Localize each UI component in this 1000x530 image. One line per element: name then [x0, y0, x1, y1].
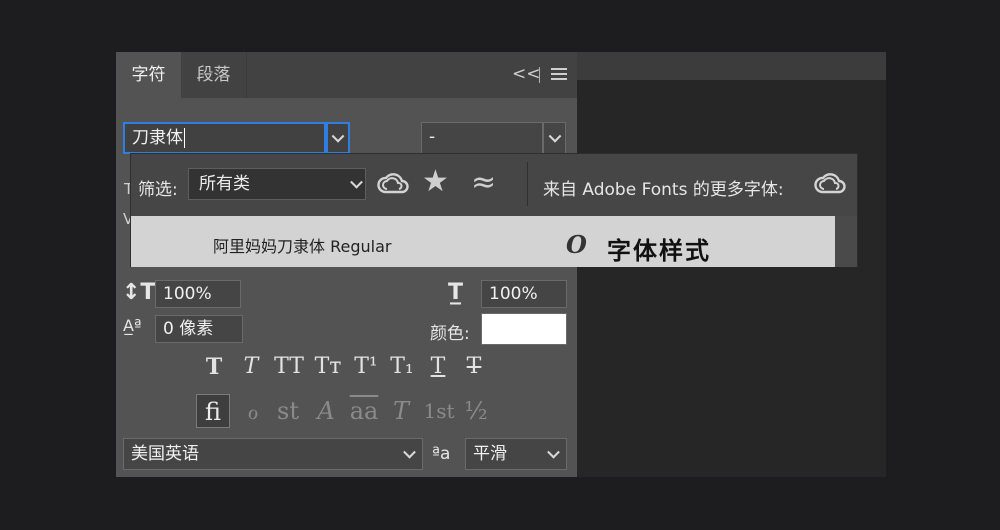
- chevron-down-icon: [403, 445, 416, 459]
- divider: [527, 162, 528, 206]
- discretionary-ligatures-button[interactable]: st: [271, 394, 305, 428]
- star-icon[interactable]: ★: [422, 164, 449, 199]
- ordinals-button[interactable]: 1st: [420, 394, 458, 428]
- chevron-down-icon: [548, 129, 561, 143]
- tab-character[interactable]: 字符: [116, 52, 181, 98]
- canvas-top-bar: [577, 52, 886, 80]
- color-swatch[interactable]: [481, 313, 567, 345]
- faux-italic-button[interactable]: T: [235, 352, 267, 382]
- menu-icon[interactable]: [551, 68, 567, 82]
- baseline-shift-input[interactable]: 0 像素: [155, 315, 243, 343]
- contextual-alternates-button[interactable]: ℴ: [236, 394, 270, 428]
- faux-bold-button[interactable]: T: [198, 352, 230, 382]
- baseline-shift-icon: A̲ª: [123, 316, 142, 335]
- creative-cloud-icon[interactable]: [376, 170, 410, 198]
- font-name: 阿里妈妈刀隶体 Regular: [213, 237, 392, 256]
- stylistic-alternates-button[interactable]: aa: [346, 394, 382, 428]
- opentype-icon: O: [566, 230, 587, 259]
- chevron-down-icon: [331, 129, 345, 143]
- font-sample: 字体样式: [607, 236, 711, 265]
- creative-cloud-icon[interactable]: [813, 170, 847, 198]
- color-label: 颜色:: [430, 324, 470, 344]
- more-fonts-label: 来自 Adobe Fonts 的更多字体:: [543, 180, 784, 200]
- small-caps-button[interactable]: Tт: [310, 352, 346, 382]
- font-family-value: 刀隶体: [132, 128, 183, 148]
- language-select[interactable]: 美国英语: [123, 438, 423, 470]
- font-style-field[interactable]: -: [421, 122, 543, 154]
- chevron-down-icon: [350, 175, 363, 189]
- vertical-scale-icon: ↕T: [122, 280, 156, 305]
- antialias-select[interactable]: 平滑: [465, 438, 567, 470]
- divider: [539, 67, 540, 83]
- chevron-down-icon: [547, 445, 560, 459]
- scrollbar[interactable]: [835, 216, 857, 267]
- filter-select[interactable]: 所有类: [188, 168, 366, 200]
- underline-button[interactable]: T: [422, 352, 454, 382]
- subscript-button[interactable]: T₁: [386, 352, 418, 382]
- filter-label: 筛选:: [138, 180, 178, 200]
- superscript-button[interactable]: T¹: [350, 352, 382, 382]
- language-value: 美国英语: [131, 444, 199, 464]
- antialias-icon: ªa: [432, 444, 451, 464]
- approx-icon[interactable]: ≈: [471, 165, 496, 200]
- horizontal-scale-icon: T̲: [448, 280, 464, 305]
- collapse-icon[interactable]: <<: [512, 64, 541, 84]
- font-family-dropdown-button[interactable]: [326, 122, 350, 154]
- antialias-value: 平滑: [473, 444, 507, 464]
- ligatures-button[interactable]: fi: [196, 394, 230, 428]
- text-caret: [184, 128, 185, 148]
- swash-button[interactable]: A: [309, 394, 343, 428]
- all-caps-button[interactable]: TT: [270, 352, 308, 382]
- strikethrough-button[interactable]: T: [458, 352, 490, 382]
- tab-paragraph[interactable]: 段落: [181, 52, 247, 98]
- fractions-button[interactable]: ½: [459, 394, 493, 428]
- font-family-input[interactable]: 刀隶体: [123, 122, 326, 154]
- titling-alternates-button[interactable]: T: [384, 394, 418, 428]
- filter-value: 所有类: [199, 174, 250, 194]
- vertical-scale-input[interactable]: 100%: [155, 280, 241, 308]
- font-style-dropdown-button[interactable]: [543, 122, 566, 154]
- horizontal-scale-input[interactable]: 100%: [481, 280, 567, 308]
